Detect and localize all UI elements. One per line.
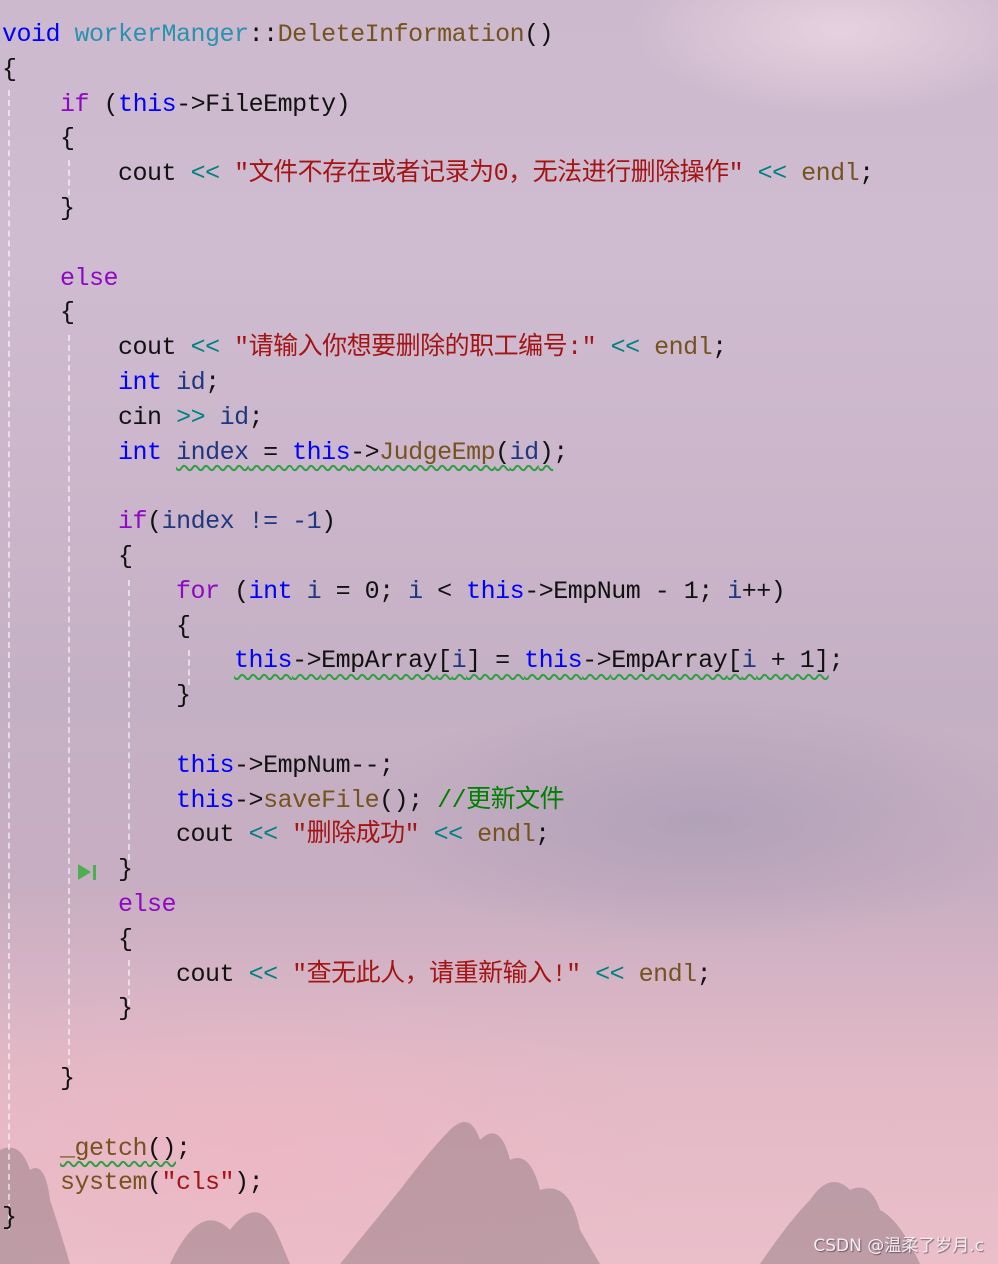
code-line: { [2, 53, 874, 88]
brace: { [2, 54, 17, 84]
string-literal: "查无此人，请重新输入!" [292, 959, 581, 989]
code-line: if(index != -1) [118, 507, 336, 537]
code-editor[interactable]: void workerManger::DeleteInformation() {… [2, 18, 874, 1236]
code-line: else [118, 889, 177, 919]
warning-squiggle[interactable]: this->EmpArray[i] = this->EmpArray[i + 1… [234, 646, 829, 675]
play-triangle-icon [78, 864, 91, 880]
code-line: } [60, 1063, 75, 1093]
code-line: { [60, 124, 75, 154]
code-line: } [60, 193, 75, 223]
code-line: { [118, 924, 133, 954]
code-line: cout << "删除成功" << endl; [176, 820, 550, 850]
operator: :: [248, 20, 279, 49]
code-line: _getch(); [60, 1133, 191, 1163]
warning-squiggle[interactable]: _getch() [60, 1134, 177, 1163]
identifier: cout [118, 159, 177, 189]
comment: //更新文件 [437, 785, 565, 815]
string-literal: "删除成功" [292, 820, 420, 850]
string-literal: "文件不存在或者记录为0，无法进行删除操作" [234, 159, 744, 189]
code-line: int id; [118, 367, 220, 397]
code-line: cin >> id; [118, 402, 264, 432]
punctuation: () [524, 20, 554, 49]
keyword: this [118, 89, 177, 119]
code-line: cout << "查无此人，请重新输入!" << endl; [176, 959, 712, 989]
code-line: } [118, 855, 133, 885]
member: FileEmpty [205, 89, 336, 119]
code-line: this->EmpNum--; [176, 750, 394, 780]
code-line: { [176, 611, 191, 641]
code-line: void workerManger::DeleteInformation() [2, 18, 874, 53]
code-line: } [2, 1203, 17, 1233]
step-over-icon[interactable] [78, 864, 96, 880]
class-name: workerManger [74, 20, 250, 49]
step-bar-icon [93, 864, 96, 880]
warning-squiggle[interactable]: index = this->JudgeEmp(id) [176, 438, 554, 467]
keyword: if [60, 89, 90, 119]
code-line: } [118, 994, 133, 1024]
string-literal: "请输入你想要删除的职工编号:" [234, 333, 597, 363]
code-line: if (this->FileEmpty) [60, 89, 351, 119]
code-line: cout << "文件不存在或者记录为0，无法进行删除操作" << endl; [118, 159, 874, 189]
code-line: } [176, 681, 191, 711]
code-line: cout << "请输入你想要删除的职工编号:" << endl; [118, 333, 727, 363]
code-line: { [118, 541, 133, 571]
code-line: int index = this->JudgeEmp(id); [118, 437, 568, 467]
watermark: CSDN @温柔了岁月.c [813, 1236, 984, 1256]
code-line: system("cls"); [60, 1168, 264, 1198]
code-line: this->EmpArray[i] = this->EmpArray[i + 1… [234, 646, 844, 676]
keyword: void [2, 20, 61, 49]
code-line: { [60, 298, 75, 328]
code-line: this->saveFile(); //更新文件 [176, 785, 565, 815]
code-line: else [2, 262, 874, 297]
function-name: DeleteInformation [277, 20, 525, 49]
code-line: for (int i = 0; i < this->EmpNum - 1; i+… [176, 576, 786, 606]
keyword: else [60, 263, 119, 293]
